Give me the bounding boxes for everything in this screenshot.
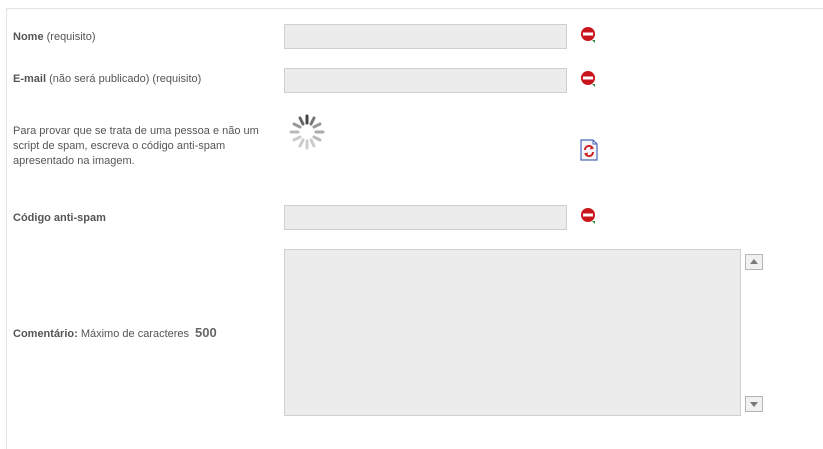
required-icon	[581, 27, 595, 43]
name-label-rest: (requisito)	[43, 31, 96, 43]
arrow-up-icon	[750, 259, 758, 264]
email-label-bold: E-mail	[13, 73, 47, 85]
scroll-down-button[interactable]	[745, 396, 763, 412]
antispam-input[interactable]	[284, 205, 567, 230]
email-label-rest: (não será publicado) (requisito)	[46, 73, 202, 85]
antispam-label: Código anti-spam	[13, 212, 106, 224]
name-input[interactable]	[284, 24, 567, 49]
arrow-down-icon	[750, 402, 758, 407]
refresh-captcha-icon[interactable]	[579, 139, 599, 161]
required-icon	[581, 71, 595, 87]
name-label-bold: Nome	[13, 31, 44, 43]
comment-textarea[interactable]	[284, 249, 741, 416]
comment-label-rest: Máximo de caracteres	[77, 328, 190, 340]
loading-spinner-icon	[289, 114, 325, 150]
comment-label-bold: Comentário:	[13, 328, 78, 340]
comment-label: Comentário: Máximo de caracteres 500	[13, 325, 217, 340]
email-input[interactable]	[284, 68, 567, 93]
required-icon	[581, 208, 595, 224]
name-label: Nome (requisito)	[13, 31, 96, 43]
scroll-up-button[interactable]	[745, 254, 763, 270]
captcha-instructions: Para provar que se trata de uma pessoa e…	[13, 125, 259, 167]
email-label: E-mail (não será publicado) (requisito)	[13, 73, 201, 85]
antispam-label-bold: Código anti-spam	[13, 212, 106, 224]
comment-max-chars: 500	[195, 325, 217, 340]
